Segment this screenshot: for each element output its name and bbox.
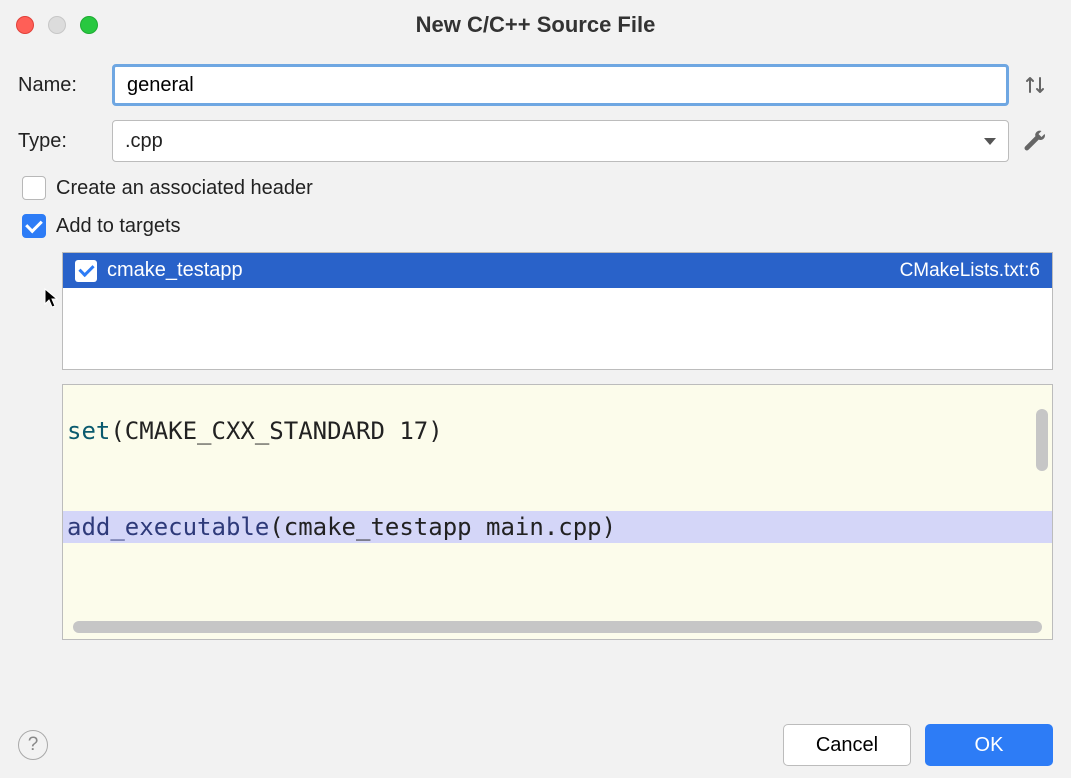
scrollbar-vertical[interactable] <box>1036 409 1048 471</box>
type-select[interactable]: .cpp <box>112 120 1009 162</box>
targets-list: cmake_testapp CMakeLists.txt:6 <box>62 252 1053 370</box>
mouse-cursor-icon <box>44 288 58 308</box>
target-row-left: cmake_testapp <box>75 259 243 282</box>
add-targets-label: Add to targets <box>56 215 181 238</box>
footer: ? Cancel OK <box>18 724 1053 766</box>
window-maximize-button[interactable] <box>80 16 98 34</box>
type-value: .cpp <box>125 130 163 153</box>
window-close-button[interactable] <box>16 16 34 34</box>
code-line: set(CMAKE_CXX_STANDARD 17) <box>63 415 1052 447</box>
code-line <box>63 479 1052 511</box>
chevron-down-icon <box>984 138 996 145</box>
name-row: Name: <box>18 64 1053 106</box>
target-row[interactable]: cmake_testapp CMakeLists.txt:6 <box>63 253 1052 288</box>
code-content: set(CMAKE_CXX_STANDARD 17) add_executabl… <box>63 415 1052 543</box>
form-container: Name: Type: .cpp Create an associated he… <box>0 50 1071 640</box>
scrollbar-horizontal[interactable] <box>73 621 1042 633</box>
window-minimize-button[interactable] <box>48 16 66 34</box>
target-name: cmake_testapp <box>107 259 243 282</box>
ok-button[interactable]: OK <box>925 724 1053 766</box>
add-targets-checkbox[interactable] <box>22 214 46 238</box>
create-header-row: Create an associated header <box>22 176 1053 200</box>
target-file: CMakeLists.txt:6 <box>900 260 1040 282</box>
wrench-icon[interactable] <box>1017 129 1053 153</box>
type-row: Type: .cpp <box>18 120 1053 162</box>
create-header-label: Create an associated header <box>56 177 313 200</box>
window-title: New C/C++ Source File <box>0 12 1071 38</box>
name-label: Name: <box>18 74 112 97</box>
code-line-highlighted: add_executable(cmake_testapp main.cpp) <box>63 511 1052 543</box>
type-label: Type: <box>18 130 112 153</box>
help-icon[interactable]: ? <box>18 730 48 760</box>
add-targets-row: Add to targets <box>22 214 1053 238</box>
cancel-button[interactable]: Cancel <box>783 724 911 766</box>
code-preview: set(CMAKE_CXX_STANDARD 17) add_executabl… <box>62 384 1053 640</box>
titlebar: New C/C++ Source File <box>0 0 1071 50</box>
name-input[interactable] <box>112 64 1009 106</box>
sort-arrows-icon[interactable] <box>1017 72 1053 98</box>
code-line <box>63 447 1052 479</box>
traffic-lights <box>16 16 98 34</box>
create-header-checkbox[interactable] <box>22 176 46 200</box>
target-checkbox[interactable] <box>75 260 97 282</box>
